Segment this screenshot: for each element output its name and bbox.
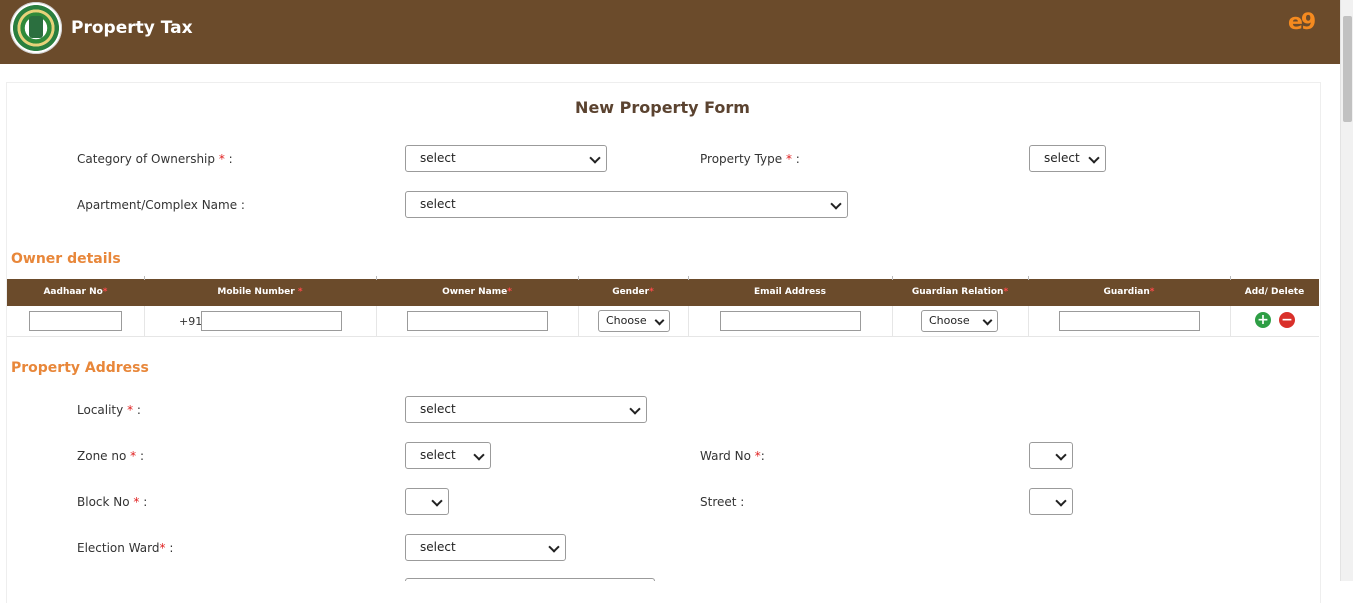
owner-details-title: Owner details [11, 251, 121, 267]
col-guardian: Guardian* [1103, 287, 1155, 297]
block-label: Block No * : [77, 495, 148, 509]
street-label: Street : [700, 495, 745, 509]
street-select[interactable] [1029, 488, 1073, 515]
election-ward-label: Election Ward* : [77, 541, 174, 555]
chevron-down-icon [431, 495, 443, 507]
property-address-title: Property Address [11, 360, 149, 376]
category-ownership-label: Category of Ownership * : [77, 152, 233, 166]
chevron-down-icon [548, 541, 560, 553]
state-emblem-logo [10, 2, 62, 54]
locality-select[interactable]: select [405, 396, 647, 423]
locality-label: Locality * : [77, 403, 141, 417]
ward-select[interactable] [1029, 442, 1073, 469]
app-title: Property Tax [71, 18, 193, 38]
chevron-down-icon [1055, 495, 1067, 507]
gender-select[interactable]: Choose [598, 310, 670, 332]
chevron-down-icon [589, 152, 601, 164]
col-email: Email Address [753, 287, 826, 297]
chevron-down-icon [473, 449, 485, 461]
add-owner-button[interactable]: + [1255, 312, 1271, 328]
delete-owner-button[interactable]: − [1279, 312, 1295, 328]
form-title: New Property Form [575, 98, 750, 117]
property-type-select[interactable]: select [1029, 145, 1106, 172]
mobile-input[interactable] [201, 311, 342, 331]
mobile-prefix: +91 [179, 315, 203, 328]
guardian-relation-select[interactable]: Choose [921, 310, 998, 332]
apartment-select[interactable]: select [405, 191, 848, 218]
col-mobile: Mobile Number * [217, 287, 303, 297]
page-scrollbar[interactable] [1340, 0, 1353, 581]
zone-label: Zone no * : [77, 449, 144, 463]
chevron-down-icon [654, 315, 665, 326]
chevron-down-icon [982, 315, 993, 326]
col-gender: Gender* [612, 287, 654, 297]
election-ward-select[interactable]: select [405, 534, 566, 561]
email-input[interactable] [720, 311, 861, 331]
category-ownership-select[interactable]: select [405, 145, 607, 172]
aadhaar-input[interactable] [29, 311, 122, 331]
owner-name-input[interactable] [407, 311, 548, 331]
chevron-down-icon [1055, 449, 1067, 461]
brand-logo-icon: e9 [1288, 10, 1316, 35]
col-aadhaar: Aadhaar No* [43, 287, 108, 297]
chevron-down-icon [830, 198, 842, 210]
apartment-label: Apartment/Complex Name : [77, 198, 245, 212]
chevron-down-icon [629, 403, 641, 415]
owner-table-header: Aadhaar No* Mobile Number * Owner Name* … [7, 276, 1319, 306]
col-guardian-relation: Guardian Relation* [911, 287, 1009, 297]
col-add-delete: Add/ Delete [1244, 287, 1305, 297]
property-type-label: Property Type * : [700, 152, 800, 166]
guardian-input[interactable] [1059, 311, 1200, 331]
block-select[interactable] [405, 488, 449, 515]
scroll-thumb[interactable] [1343, 16, 1352, 122]
ward-label: Ward No *: [700, 449, 765, 463]
chevron-down-icon [1088, 152, 1100, 164]
col-owner-name: Owner Name* [442, 287, 512, 297]
zone-select[interactable]: select [405, 442, 491, 469]
app-header: Property Tax e9 [0, 0, 1340, 64]
